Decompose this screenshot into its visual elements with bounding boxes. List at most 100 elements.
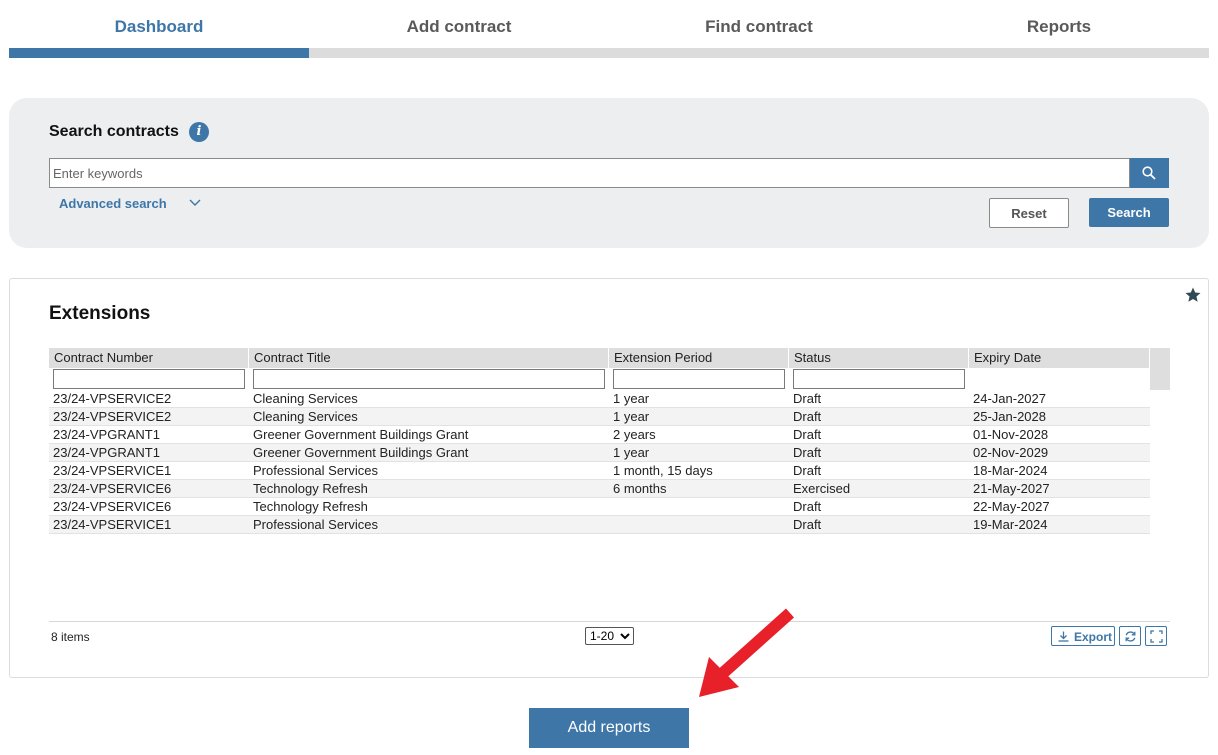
- search-icon: [1142, 166, 1156, 180]
- table-row[interactable]: 23/24-VPSERVICE6 Technology Refresh Draft 2…: [49, 498, 1150, 516]
- tab-label: Find contract: [705, 17, 813, 36]
- cell-extension-period: 1 year: [613, 391, 650, 406]
- cell-contract-number: 23/24-VPSERVICE2: [53, 391, 172, 406]
- cell-expiry-date: 24-Jan-2027: [973, 391, 1046, 406]
- search-input[interactable]: [49, 158, 1130, 188]
- cell-contract-number: 23/24-VPSERVICE1: [53, 517, 172, 532]
- cell-contract-number: 23/24-VPSERVICE2: [53, 409, 172, 424]
- cell-contract-number: 23/24-VPGRANT1: [53, 427, 160, 442]
- cell-contract-title: Greener Government Buildings Grant: [253, 445, 469, 460]
- cell-expiry-date: 02-Nov-2029: [973, 445, 1049, 460]
- cell-status: Exercised: [793, 481, 851, 496]
- tab-indicator: [309, 48, 609, 58]
- cell-status: Draft: [793, 499, 822, 514]
- extensions-panel: Extensions Contract Number Contract Titl…: [9, 278, 1209, 678]
- table-row[interactable]: 23/24-VPSERVICE1 Professional Services 1 m…: [49, 462, 1150, 480]
- export-button[interactable]: Export: [1051, 626, 1115, 646]
- export-label: Export: [1074, 630, 1113, 644]
- tab-indicator: [909, 48, 1209, 58]
- top-nav-tabs: Dashboard Add contract Find contract Rep…: [9, 0, 1209, 58]
- column-header[interactable]: Contract Title: [249, 348, 609, 368]
- refresh-icon: [1125, 631, 1136, 642]
- red-arrow-annotation: [699, 608, 795, 697]
- star-icon[interactable]: [1184, 286, 1202, 304]
- cell-contract-title: Technology Refresh: [253, 499, 368, 514]
- fullscreen-button[interactable]: [1145, 626, 1167, 646]
- column-header[interactable]: Extension Period: [609, 348, 789, 368]
- tab-find-contract[interactable]: Find contract: [609, 0, 909, 58]
- cell-contract-number: 23/24-VPSERVICE1: [53, 463, 172, 478]
- table-row[interactable]: 23/24-VPSERVICE1 Professional Services Dra…: [49, 516, 1150, 534]
- cell-extension-period: [609, 516, 613, 534]
- advanced-search-link[interactable]: Advanced search: [59, 196, 167, 211]
- add-reports-button[interactable]: Add reports: [529, 708, 689, 748]
- grid-header: Contract Number Contract Title Extension…: [49, 348, 1170, 368]
- chevron-down-icon[interactable]: [189, 198, 201, 208]
- cell-contract-title: Cleaning Services: [253, 391, 358, 406]
- search-panel: Search contracts i Advanced search Reset…: [9, 98, 1209, 248]
- info-icon[interactable]: i: [189, 122, 209, 142]
- refresh-button[interactable]: [1119, 626, 1141, 646]
- extensions-grid: Contract Number Contract Title Extension…: [49, 348, 1170, 534]
- tab-add-contract[interactable]: Add contract: [309, 0, 609, 58]
- grid-footer: 8 items 1-20 Export: [49, 621, 1170, 651]
- filter-status[interactable]: [793, 369, 965, 389]
- filter-contract-number[interactable]: [53, 369, 245, 389]
- cell-expiry-date: 25-Jan-2028: [973, 409, 1046, 424]
- tab-label: Add contract: [406, 17, 512, 36]
- tab-label: Reports: [1026, 17, 1092, 36]
- column-header[interactable]: Expiry Date: [969, 348, 1150, 368]
- table-row[interactable]: 23/24-VPSERVICE2 Cleaning Services 1 year D…: [49, 390, 1150, 408]
- search-button[interactable]: Search: [1089, 198, 1169, 227]
- cell-contract-title: Professional Services: [253, 463, 378, 478]
- cell-contract-title: Cleaning Services: [253, 409, 358, 424]
- cell-extension-period: 1 year: [613, 445, 650, 460]
- cell-expiry-date: 18-Mar-2024: [973, 463, 1048, 478]
- cell-expiry-date: 01-Nov-2028: [973, 427, 1049, 442]
- download-icon: [1058, 631, 1069, 642]
- cell-extension-period: 6 months: [613, 481, 667, 496]
- filter-extension-period[interactable]: [613, 369, 785, 389]
- tab-dashboard[interactable]: Dashboard: [9, 0, 309, 58]
- cell-status: Draft: [793, 409, 822, 424]
- column-header[interactable]: Contract Number: [49, 348, 249, 368]
- cell-contract-number: 23/24-VPSERVICE6: [53, 499, 172, 514]
- cell-expiry-date: 19-Mar-2024: [973, 517, 1048, 532]
- cell-contract-number: 23/24-VPGRANT1: [53, 445, 160, 460]
- page-size-select[interactable]: 1-20: [585, 627, 634, 645]
- cell-expiry-date: 22-May-2027: [973, 499, 1050, 514]
- column-header[interactable]: Status: [789, 348, 969, 368]
- cell-expiry-date: 21-May-2027: [973, 481, 1050, 496]
- cell-contract-title: Professional Services: [253, 517, 378, 532]
- table-row[interactable]: 23/24-VPGRANT1 Greener Government Buildin…: [49, 444, 1150, 462]
- cell-extension-period: 1 year: [613, 409, 650, 424]
- cell-status: Draft: [793, 517, 822, 532]
- extensions-title: Extensions: [49, 303, 151, 324]
- reset-button[interactable]: Reset: [989, 198, 1069, 228]
- cell-contract-title: Technology Refresh: [253, 481, 368, 496]
- cell-status: Draft: [793, 427, 822, 442]
- tab-label: Dashboard: [114, 17, 204, 36]
- cell-status: Draft: [793, 445, 822, 460]
- cell-status: Draft: [793, 391, 822, 406]
- cell-contract-number: 23/24-VPSERVICE6: [53, 481, 172, 496]
- cell-extension-period: 1 month, 15 days: [613, 463, 713, 478]
- expand-icon: [1150, 630, 1163, 643]
- search-icon-button[interactable]: [1130, 158, 1169, 188]
- table-row[interactable]: 23/24-VPSERVICE2 Cleaning Services 1 year D…: [49, 408, 1150, 426]
- tab-indicator: [609, 48, 909, 58]
- table-row[interactable]: 23/24-VPSERVICE6 Technology Refresh 6 mont…: [49, 480, 1150, 498]
- table-row[interactable]: 23/24-VPGRANT1 Greener Government Buildin…: [49, 426, 1150, 444]
- filter-contract-title[interactable]: [253, 369, 605, 389]
- search-title: Search contracts: [49, 123, 179, 140]
- cell-extension-period: [609, 498, 613, 516]
- items-count: 8 items: [51, 630, 90, 644]
- cell-extension-period: 2 years: [613, 427, 656, 442]
- cell-contract-title: Greener Government Buildings Grant: [253, 427, 469, 442]
- tab-indicator: [9, 48, 309, 58]
- cell-status: Draft: [793, 463, 822, 478]
- grid-body: 23/24-VPSERVICE2 Cleaning Services 1 year D…: [49, 390, 1170, 534]
- tab-reports[interactable]: Reports: [909, 0, 1209, 58]
- grid-scrollbar[interactable]: [1150, 348, 1170, 390]
- grid-filter-row: [49, 368, 1170, 390]
